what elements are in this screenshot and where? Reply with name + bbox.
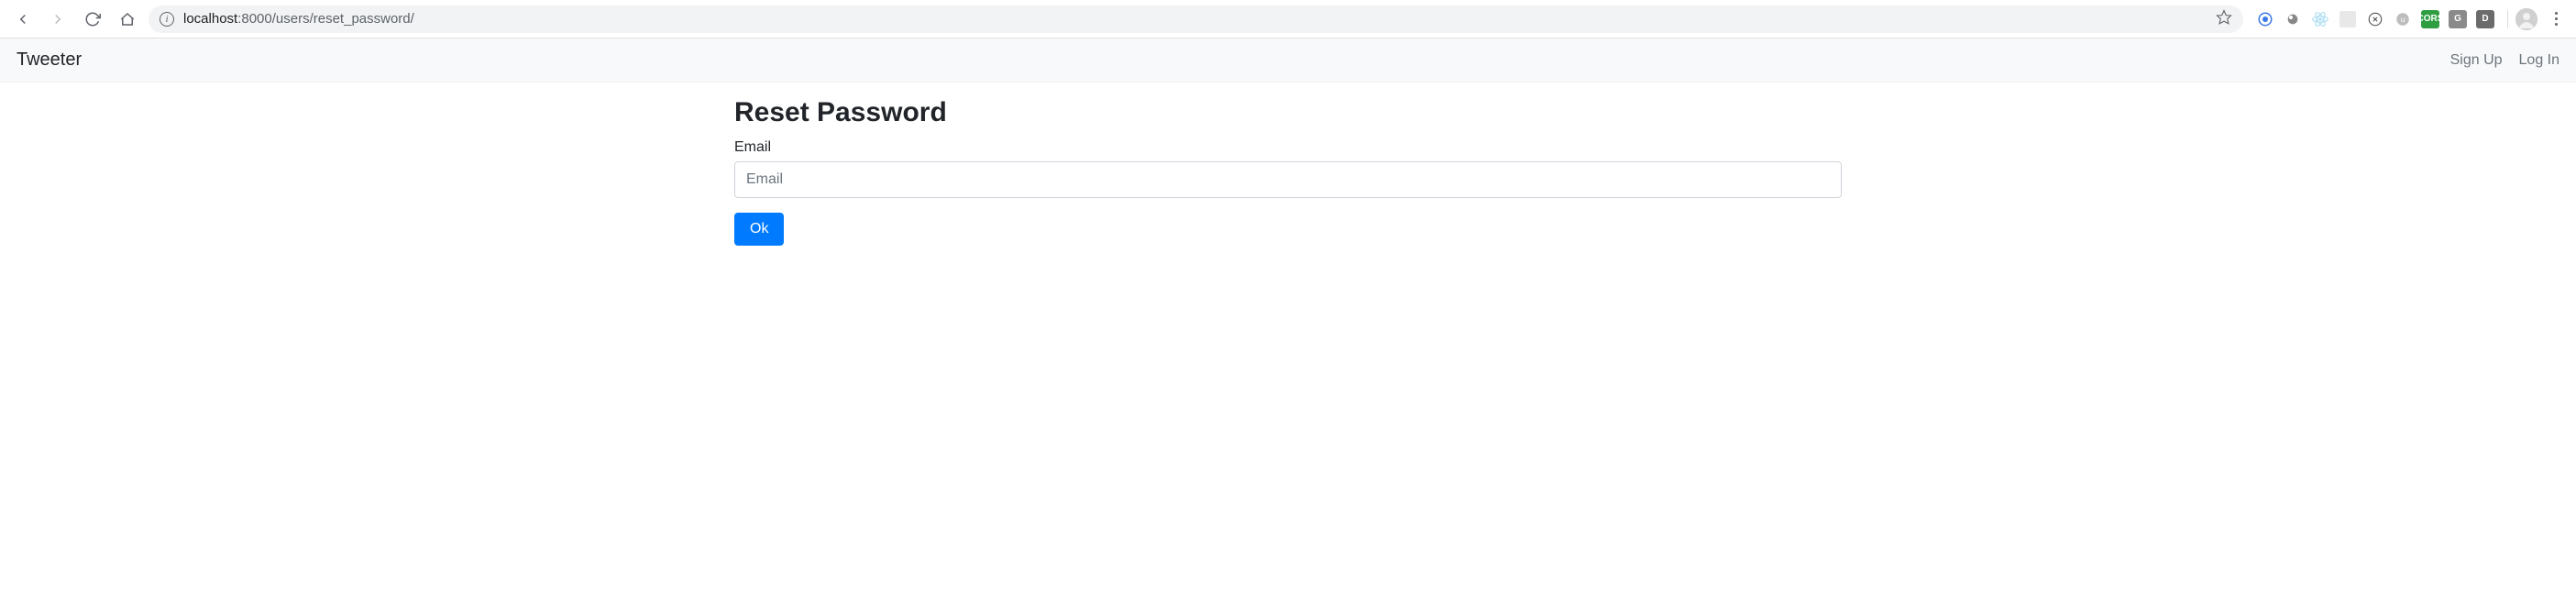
- back-button[interactable]: [9, 6, 37, 33]
- brand-logo[interactable]: Tweeter: [17, 50, 82, 71]
- page-title: Reset Password: [734, 97, 1842, 128]
- extension-icon-2[interactable]: [2284, 10, 2302, 28]
- bookmark-star-icon[interactable]: [2216, 9, 2232, 29]
- signup-link[interactable]: Sign Up: [2450, 52, 2503, 69]
- nav-links: Sign Up Log In: [2450, 52, 2559, 69]
- email-form-group: Email: [734, 139, 1842, 198]
- url-text: localhost:8000/users/reset_password/: [183, 11, 2207, 27]
- submit-button[interactable]: Ok: [734, 213, 784, 246]
- cors-extension-icon[interactable]: CORS: [2421, 10, 2439, 28]
- reload-button[interactable]: [79, 6, 106, 33]
- svg-text:u: u: [2401, 16, 2405, 24]
- email-field[interactable]: [734, 161, 1842, 198]
- grammarly-extension-icon[interactable]: G: [2449, 10, 2467, 28]
- site-info-icon[interactable]: i: [160, 12, 174, 27]
- browser-menu-button[interactable]: [2545, 12, 2567, 26]
- login-link[interactable]: Log In: [2519, 52, 2559, 69]
- browser-toolbar: i localhost:8000/users/reset_password/ u…: [0, 0, 2576, 38]
- profile-avatar[interactable]: [2515, 8, 2537, 30]
- main-content: Reset Password Email Ok: [720, 82, 1856, 260]
- forward-button: [44, 6, 72, 33]
- extension-icon-5[interactable]: [2366, 10, 2384, 28]
- extension-icon-d[interactable]: D: [2476, 10, 2494, 28]
- extension-icon-6[interactable]: u: [2394, 10, 2412, 28]
- extension-icon-1[interactable]: [2256, 10, 2274, 28]
- app-navbar: Tweeter Sign Up Log In: [0, 38, 2576, 82]
- toolbar-divider: [2507, 10, 2508, 28]
- home-button[interactable]: [114, 6, 141, 33]
- email-label: Email: [734, 139, 1842, 156]
- react-devtools-icon[interactable]: [2311, 10, 2329, 28]
- address-bar[interactable]: i localhost:8000/users/reset_password/: [149, 6, 2243, 33]
- extension-icons: u CORS G D: [2251, 10, 2500, 28]
- extension-icon-4[interactable]: [2339, 10, 2357, 28]
